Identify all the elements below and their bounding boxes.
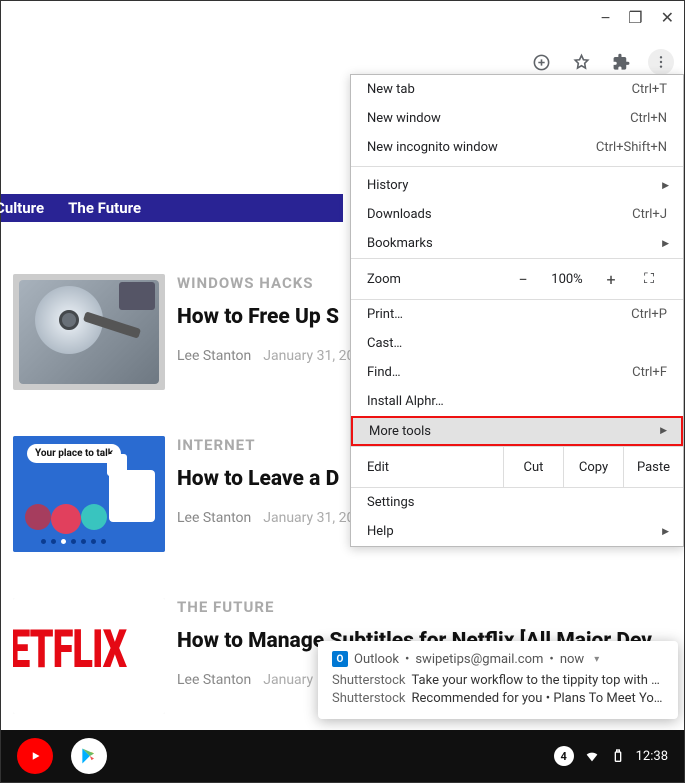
article-thumb	[13, 274, 165, 390]
edit-cut-button[interactable]: Cut	[503, 447, 563, 487]
notification-time: now	[560, 652, 584, 667]
zoom-level: 100%	[543, 272, 591, 287]
article-author: Lee Stanton	[177, 510, 251, 526]
chrome-overflow-menu: New tabCtrl+T New windowCtrl+N New incog…	[350, 74, 684, 547]
menu-zoom: Zoom − 100% + ⛶	[351, 258, 683, 300]
menu-find[interactable]: Find…Ctrl+F	[351, 358, 683, 387]
menu-cast[interactable]: Cast…	[351, 329, 683, 358]
outlook-icon: O	[332, 651, 348, 667]
submenu-arrow-icon: ▶	[660, 426, 667, 436]
article-thumb: ETFLIX	[13, 598, 165, 714]
notification-email: swipetips@gmail.com	[415, 652, 543, 667]
extensions-puzzle-icon[interactable]	[608, 49, 634, 75]
zoom-out-button[interactable]: −	[503, 270, 543, 289]
menu-install-pwa[interactable]: Install Alphr…	[351, 387, 683, 416]
wifi-icon	[584, 748, 600, 764]
menu-history[interactable]: History▶	[351, 171, 683, 200]
edit-paste-button[interactable]: Paste	[623, 447, 683, 487]
youtube-app-icon[interactable]	[17, 738, 53, 774]
kebab-menu-icon[interactable]	[648, 49, 674, 75]
notification-popover[interactable]: O Outlook • swipetips@gmail.com • now ▾ …	[318, 641, 678, 719]
notification-app: Outlook	[354, 652, 399, 667]
article-date: January	[263, 672, 313, 688]
menu-downloads[interactable]: DownloadsCtrl+J	[351, 200, 683, 229]
article-author: Lee Stanton	[177, 348, 251, 364]
chevron-down-icon[interactable]: ▾	[594, 654, 599, 665]
menu-more-tools[interactable]: More tools▶	[351, 416, 683, 446]
window-close-icon[interactable]: ✕	[661, 11, 674, 27]
edit-copy-button[interactable]: Copy	[563, 447, 623, 487]
menu-settings[interactable]: Settings	[351, 488, 683, 517]
battery-icon	[610, 748, 626, 764]
submenu-arrow-icon: ▶	[662, 181, 669, 191]
submenu-arrow-icon: ▶	[662, 527, 669, 537]
article-author: Lee Stanton	[177, 672, 251, 688]
clock: 12:38	[636, 749, 668, 764]
article-thumb: Your place to talk	[13, 436, 165, 552]
zoom-in-button[interactable]: +	[591, 270, 631, 289]
bookmark-star-icon[interactable]	[568, 49, 594, 75]
play-store-app-icon[interactable]	[71, 738, 107, 774]
nav-the-future[interactable]: The Future	[56, 199, 153, 217]
menu-new-tab[interactable]: New tabCtrl+T	[351, 75, 683, 104]
menu-new-window[interactable]: New windowCtrl+N	[351, 104, 683, 133]
article-date: January 31, 20	[263, 510, 354, 526]
window-minimize-icon[interactable]: −	[601, 11, 610, 27]
fullscreen-icon[interactable]: ⛶	[631, 271, 667, 287]
site-nav: Culture The Future	[1, 194, 343, 222]
menu-print[interactable]: Print…Ctrl+P	[351, 300, 683, 329]
submenu-arrow-icon: ▶	[662, 239, 669, 249]
article-date: January 31, 20	[263, 348, 354, 364]
menu-bookmarks[interactable]: Bookmarks▶	[351, 229, 683, 258]
window-restore-icon[interactable]: ❐	[628, 11, 642, 27]
menu-edit: Edit Cut Copy Paste	[351, 446, 683, 488]
notification-count-badge[interactable]: 4	[554, 746, 574, 766]
menu-help[interactable]: Help▶	[351, 517, 683, 546]
article-category: THE FUTURE	[177, 598, 672, 616]
menu-incognito[interactable]: New incognito windowCtrl+Shift+N	[351, 133, 683, 162]
add-page-icon[interactable]	[528, 49, 554, 75]
nav-culture[interactable]: Culture	[0, 199, 56, 217]
os-shelf: 4 12:38	[1, 730, 684, 782]
system-tray[interactable]: 4 12:38	[554, 746, 668, 766]
